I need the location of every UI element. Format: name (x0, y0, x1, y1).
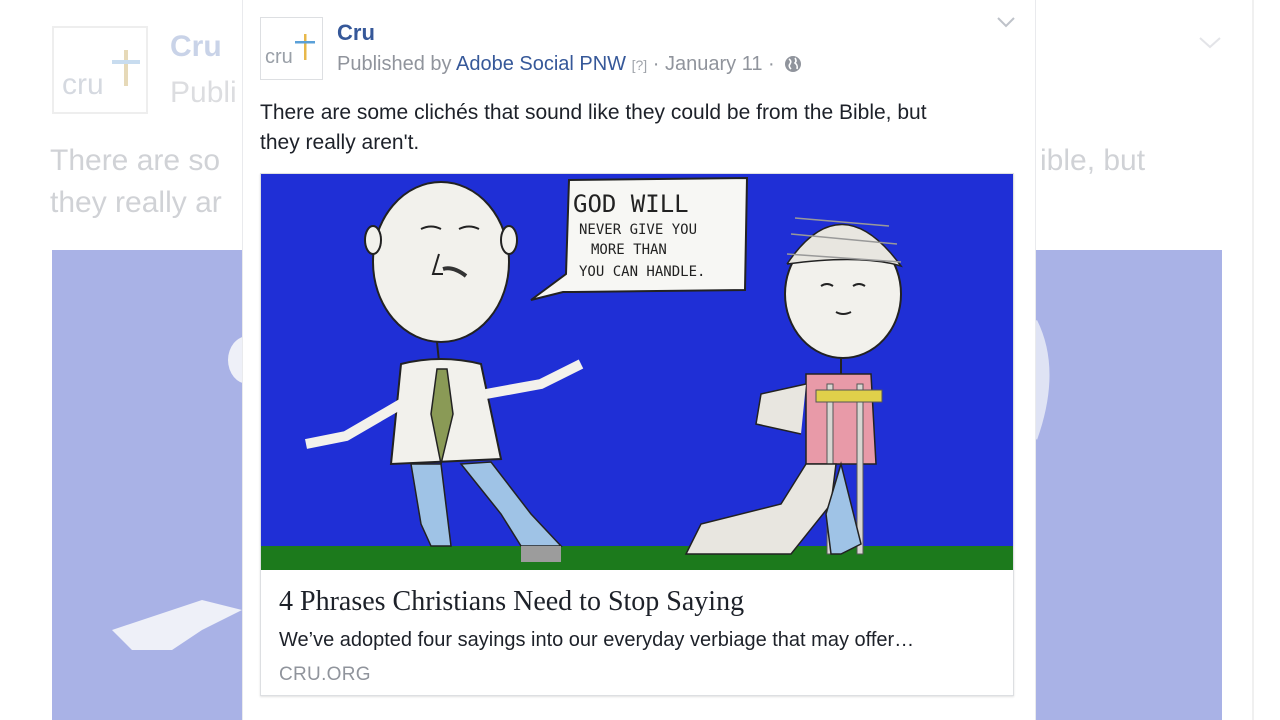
bubble-line2: NEVER GIVE YOU (579, 222, 697, 238)
avatar-logo-text: cru (265, 46, 293, 68)
published-prefix: Published by (337, 53, 452, 75)
background-chevron-icon (1196, 28, 1224, 59)
post-date[interactable]: January 11 (665, 53, 762, 75)
page-name-link[interactable]: Cru (337, 20, 375, 46)
post-meta: Published by Adobe Social PNW [?] · Janu… (337, 53, 802, 79)
background-text-line1: There are so (50, 144, 221, 177)
cartoon-illustration: GOD WILL NEVER GIVE YOU MORE THAN YOU CA… (261, 174, 1013, 570)
link-preview[interactable]: GOD WILL NEVER GIVE YOU MORE THAN YOU CA… (260, 173, 1014, 696)
globe-icon[interactable] (784, 55, 802, 79)
help-marker[interactable]: [?] (632, 57, 648, 73)
background-published: Publi (170, 76, 237, 109)
bubble-line3: MORE THAN (591, 242, 667, 258)
publisher-link[interactable]: Adobe Social PNW (456, 53, 626, 75)
link-preview-domain: CRU.ORG (279, 664, 371, 685)
link-preview-image[interactable]: GOD WILL NEVER GIVE YOU MORE THAN YOU CA… (261, 174, 1013, 570)
chevron-down-icon[interactable] (995, 14, 1017, 35)
post-message: There are some clichés that sound like t… (260, 98, 1000, 158)
page-avatar[interactable]: cru (260, 17, 323, 80)
cru-logo-icon: cru (265, 34, 315, 68)
post-card: cru Cru Published by Adobe Social PNW [?… (243, 0, 1035, 720)
meta-separator: · (652, 53, 660, 75)
meta-separator-2: · (768, 53, 775, 75)
link-preview-title[interactable]: 4 Phrases Christians Need to Stop Saying (279, 586, 744, 618)
background-avatar: cru (52, 26, 148, 114)
speech-bubble-text: GOD WILL NEVER GIVE YOU MORE THAN YOU CA… (573, 190, 705, 280)
post-message-line1: There are some clichés that sound like t… (260, 101, 927, 124)
background-text-line2: they really ar (50, 186, 222, 219)
background-divider (1252, 0, 1254, 720)
post-message-line2: they really aren't. (260, 131, 420, 154)
background-text-line1-end: ible, but (1040, 144, 1146, 177)
bubble-line4: YOU CAN HANDLE. (579, 264, 705, 280)
background-page-name: Cru (170, 30, 222, 63)
bubble-line1: GOD WILL (573, 190, 689, 218)
link-preview-description: We’ve adopted four sayings into our ever… (279, 629, 915, 651)
background-cross-icon (112, 50, 140, 86)
